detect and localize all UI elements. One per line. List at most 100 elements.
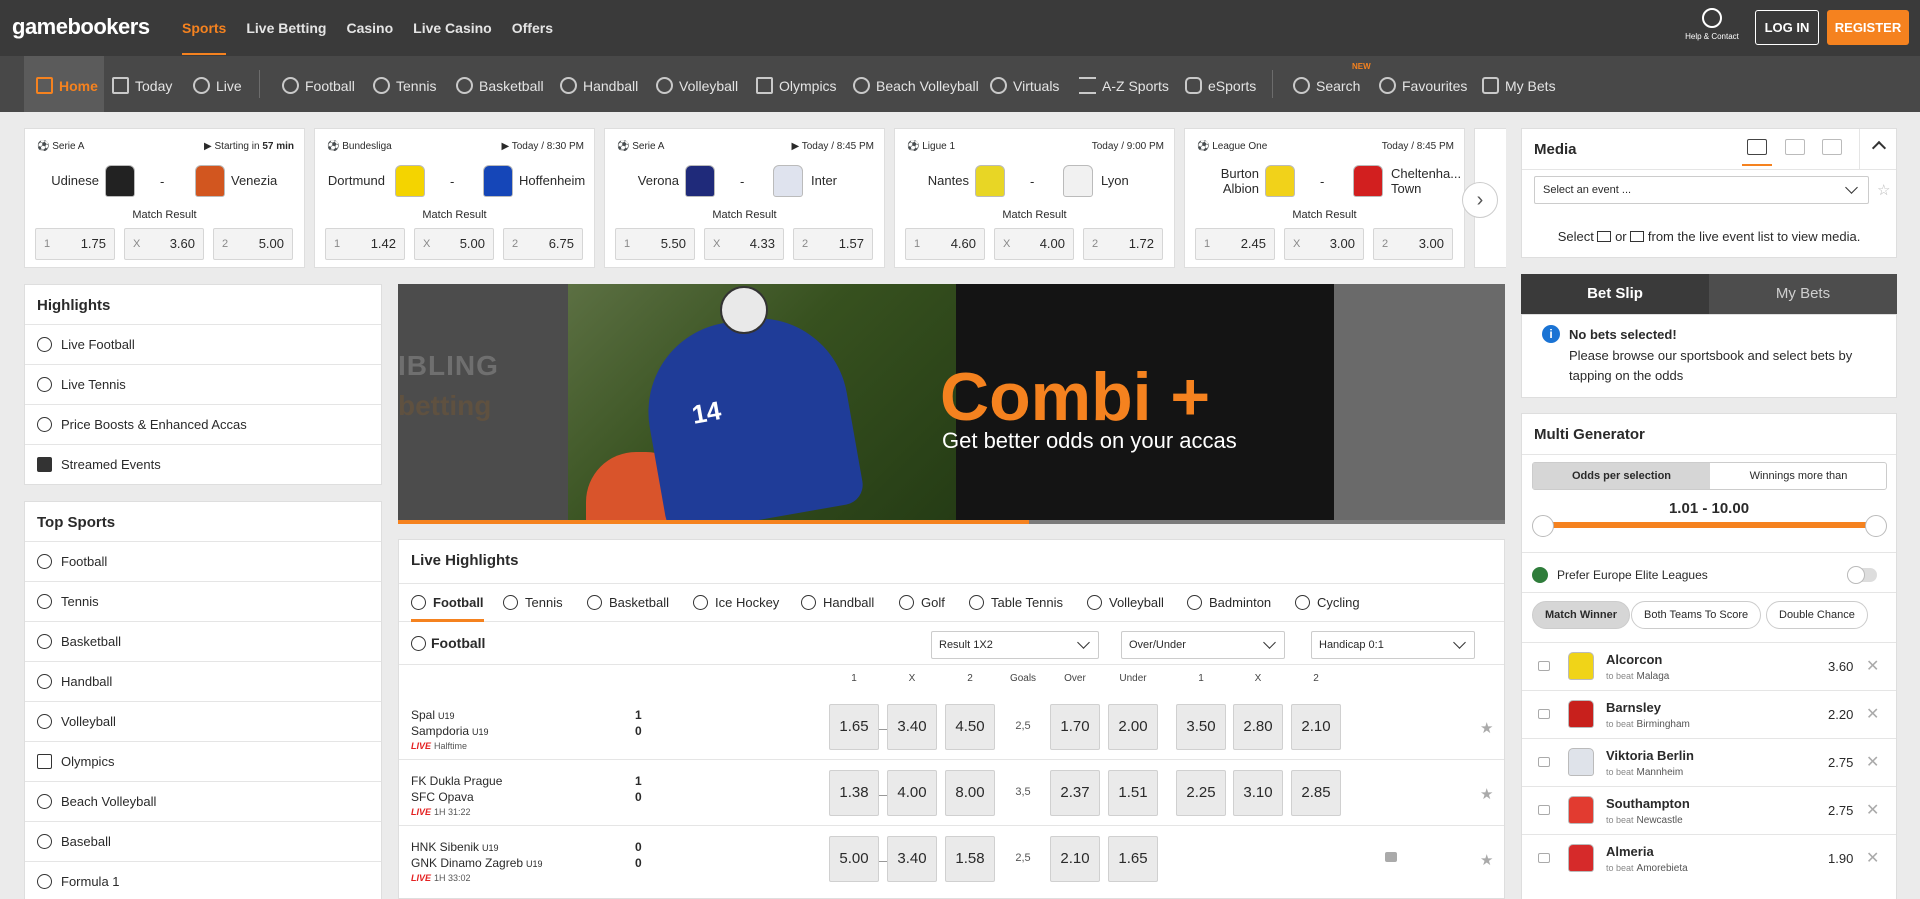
odds-button[interactable]: 5.00: [829, 836, 879, 882]
away-team[interactable]: Sampdoria U19: [411, 724, 489, 738]
event-card[interactable]: ⚽ League One Today / 8:45 PM Burton Albi…: [1184, 128, 1465, 268]
odds-button[interactable]: 2 1.57: [793, 228, 873, 260]
odds-button[interactable]: 1.58: [945, 836, 995, 882]
sport-item-baseball[interactable]: Baseball: [25, 822, 381, 862]
odds-button[interactable]: 2.80: [1233, 704, 1283, 750]
odds-button[interactable]: 2 5.00: [213, 228, 293, 260]
highlight-price-boosts[interactable]: Price Boosts & Enhanced Accas: [25, 405, 381, 445]
home-team[interactable]: HNK Sibenik U19: [411, 840, 499, 854]
prefer-leagues-toggle[interactable]: [1847, 566, 1877, 584]
nav-today[interactable]: Today: [112, 56, 172, 112]
sport-item-handball[interactable]: Handball: [25, 662, 381, 702]
odds-button[interactable]: 1 5.50: [615, 228, 695, 260]
tab-table-tennis[interactable]: Table Tennis: [969, 584, 1063, 622]
tab-cycling[interactable]: Cycling: [1295, 584, 1360, 622]
register-button[interactable]: REGISTER: [1827, 10, 1909, 45]
sport-item-basketball[interactable]: Basketball: [25, 622, 381, 662]
unlock-icon[interactable]: [1538, 709, 1550, 719]
odds-button[interactable]: 1.65: [1108, 836, 1158, 882]
sport-item-formula-1[interactable]: Formula 1: [25, 862, 381, 899]
odds-button[interactable]: 3.40: [887, 704, 937, 750]
odds-button[interactable]: 2.85: [1291, 770, 1341, 816]
unlock-icon[interactable]: [1538, 757, 1550, 767]
odds-button[interactable]: 2.25: [1176, 770, 1226, 816]
odds-button[interactable]: 2.37: [1050, 770, 1100, 816]
nav-beach-volleyball[interactable]: Beach Volleyball: [853, 56, 979, 112]
odds-button[interactable]: X 3.00: [1284, 228, 1364, 260]
sport-item-beach-volleyball[interactable]: Beach Volleyball: [25, 782, 381, 822]
top-nav-offers[interactable]: Offers: [512, 0, 553, 56]
nav-football[interactable]: Football: [282, 56, 355, 112]
remove-icon[interactable]: ✕: [1866, 848, 1879, 868]
odds-button[interactable]: 1.51: [1108, 770, 1158, 816]
chevron-up-icon[interactable]: [1871, 140, 1887, 156]
odds-button[interactable]: X 3.60: [124, 228, 204, 260]
market-select-over-under[interactable]: Over/Under: [1121, 631, 1285, 659]
nav-volleyball[interactable]: Volleyball: [656, 56, 738, 112]
tab-badminton[interactable]: Badminton: [1187, 584, 1271, 622]
odds-button[interactable]: 1.38: [829, 770, 879, 816]
nav-virtuals[interactable]: Virtuals: [990, 56, 1059, 112]
stats-tab-icon[interactable]: [1822, 139, 1842, 155]
multi-selection-row[interactable]: Barnsley to beat Birmingham 2.20 ✕: [1522, 690, 1896, 738]
scoreboard-tab-icon[interactable]: [1785, 139, 1805, 155]
odds-button[interactable]: X 5.00: [414, 228, 494, 260]
odds-button[interactable]: 2.00: [1108, 704, 1158, 750]
sport-item-volleyball[interactable]: Volleyball: [25, 702, 381, 742]
odds-button[interactable]: 1.65: [829, 704, 879, 750]
toggle-winnings-more-than[interactable]: Winnings more than: [1710, 463, 1887, 489]
brand-logo[interactable]: gamebookers: [12, 14, 150, 40]
nav-favourites[interactable]: Favourites: [1379, 56, 1467, 112]
pin-star-icon[interactable]: ☆: [1877, 181, 1890, 199]
tab-football[interactable]: Football: [411, 584, 484, 622]
slider-handle-max[interactable]: [1865, 515, 1887, 537]
remove-icon[interactable]: ✕: [1866, 800, 1879, 820]
tab-handball[interactable]: Handball: [801, 584, 874, 622]
highlight-live-football[interactable]: Live Football: [25, 325, 381, 365]
multi-selection-row[interactable]: Viktoria Berlin to beat Mannheim 2.75 ✕: [1522, 738, 1896, 786]
odds-button[interactable]: 1 1.42: [325, 228, 405, 260]
odds-button[interactable]: 2.10: [1291, 704, 1341, 750]
favourite-star-icon[interactable]: ★: [1480, 851, 1493, 869]
odds-button[interactable]: 2 3.00: [1373, 228, 1453, 260]
event-card[interactable]: ⚽ Ligue 1 Today / 9:00 PM Nantes - Lyon …: [894, 128, 1175, 268]
nav-handball[interactable]: Handball: [560, 56, 638, 112]
top-nav-sports[interactable]: Sports: [182, 0, 227, 56]
sport-item-football[interactable]: Football: [25, 542, 381, 582]
unlock-icon[interactable]: [1538, 853, 1550, 863]
help-contact-link[interactable]: Help & Contact: [1680, 8, 1744, 41]
slider-handle-min[interactable]: [1532, 515, 1554, 537]
market-select-handicap[interactable]: Handicap 0:1: [1311, 631, 1475, 659]
promo-banner[interactable]: IBLING betting 14 Combi + Get better odd…: [398, 284, 1505, 524]
top-nav-live-betting[interactable]: Live Betting: [246, 0, 326, 56]
toggle-odds-per-selection[interactable]: Odds per selection: [1533, 463, 1710, 489]
multi-selection-row[interactable]: Almeria to beat Amorebieta 1.90 ✕: [1522, 834, 1896, 882]
highlight-streamed-events[interactable]: Streamed Events: [25, 445, 381, 485]
tab-basketball[interactable]: Basketball: [587, 584, 669, 622]
nav-esports[interactable]: eSports: [1185, 56, 1256, 112]
chevron-right-icon[interactable]: ›: [1462, 182, 1498, 218]
tab-bet-slip[interactable]: Bet Slip: [1521, 274, 1709, 314]
event-card[interactable]: ⚽ Serie A ▶ Today / 8:45 PM Verona - Int…: [604, 128, 885, 268]
odds-button[interactable]: 1 4.60: [905, 228, 985, 260]
nav-olympics[interactable]: Olympics: [756, 56, 837, 112]
remove-icon[interactable]: ✕: [1866, 752, 1879, 772]
away-team[interactable]: SFC Opava: [411, 790, 474, 804]
nav-my-bets[interactable]: My Bets: [1482, 56, 1556, 112]
nav-search[interactable]: Search: [1293, 56, 1360, 112]
odds-range-slider[interactable]: [1544, 522, 1876, 528]
tab-tennis[interactable]: Tennis: [503, 584, 563, 622]
market-select-result[interactable]: Result 1X2: [931, 631, 1099, 659]
favourite-star-icon[interactable]: ★: [1480, 719, 1493, 737]
odds-button[interactable]: 1.70: [1050, 704, 1100, 750]
login-button[interactable]: LOG IN: [1755, 10, 1819, 45]
tab-my-bets[interactable]: My Bets: [1709, 274, 1897, 314]
nav-az-sports[interactable]: A-Z Sports: [1079, 56, 1169, 112]
odds-button[interactable]: 4.50: [945, 704, 995, 750]
tab-ice-hockey[interactable]: Ice Hockey: [693, 584, 779, 622]
tab-volleyball[interactable]: Volleyball: [1087, 584, 1164, 622]
top-nav-live-casino[interactable]: Live Casino: [413, 0, 492, 56]
chip-both-teams-to-score[interactable]: Both Teams To Score: [1631, 601, 1762, 629]
nav-basketball[interactable]: Basketball: [456, 56, 544, 112]
nav-tennis[interactable]: Tennis: [373, 56, 436, 112]
